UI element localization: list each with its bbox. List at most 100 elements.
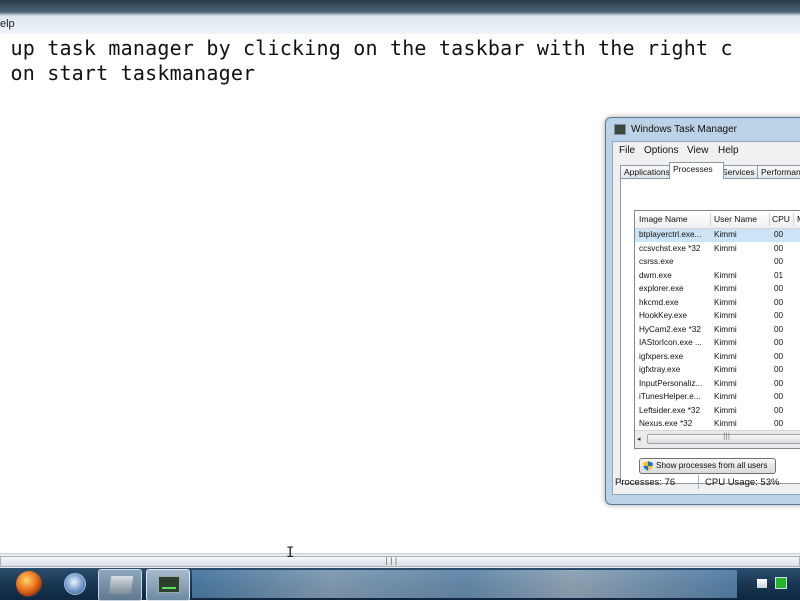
process-user: Kimmi bbox=[714, 324, 737, 334]
menu-help[interactable]: Help bbox=[718, 145, 739, 156]
table-row[interactable]: ccsvchst.exe *32 Kimmi 00 bbox=[635, 243, 800, 256]
process-name: igfxtray.exe bbox=[639, 365, 681, 374]
scroll-left-arrow-icon[interactable]: ◂ bbox=[637, 435, 641, 443]
column-header-image-name[interactable]: Image Name bbox=[639, 214, 688, 224]
table-row[interactable]: InputPersonaliz... Kimmi 00 bbox=[635, 378, 800, 391]
editor-menu-strip: elp bbox=[0, 0, 800, 34]
table-row[interactable]: dwm.exe Kimmi 01 bbox=[635, 270, 800, 283]
folder-icon bbox=[108, 576, 134, 594]
table-row[interactable]: btplayerctrl.exe... Kimmi 00 bbox=[635, 229, 800, 242]
process-cpu: 00 bbox=[774, 365, 784, 374]
process-name: Nexus.exe *32 bbox=[639, 419, 693, 428]
process-name: IAStorIcon.exe ... bbox=[639, 338, 702, 347]
process-name: hkcmd.exe bbox=[639, 297, 679, 307]
document-text-line: k on start taskmanager bbox=[0, 61, 256, 85]
process-name: csrss.exe bbox=[639, 257, 674, 266]
process-name: dwm.exe bbox=[639, 270, 672, 280]
menu-options[interactable]: Options bbox=[644, 145, 678, 156]
process-cpu: 00 bbox=[774, 392, 784, 401]
column-divider[interactable] bbox=[710, 213, 711, 226]
action-center-flag-icon[interactable] bbox=[757, 579, 767, 588]
process-user: Kimmi bbox=[714, 378, 737, 388]
text-cursor-icon: I bbox=[286, 545, 295, 561]
column-header-cpu[interactable]: CPU bbox=[772, 214, 790, 224]
internet-explorer-icon bbox=[64, 573, 86, 595]
process-cpu: 00 bbox=[774, 351, 784, 361]
process-name: InputPersonaliz... bbox=[639, 378, 703, 388]
process-cpu: 01 bbox=[774, 270, 784, 280]
table-row[interactable]: igfxpers.exe Kimmi 00 bbox=[635, 351, 800, 364]
column-divider[interactable] bbox=[769, 213, 770, 226]
table-row[interactable]: hkcmd.exe Kimmi 00 bbox=[635, 297, 800, 310]
processes-tab-panel: Image Name User Name CPU M btplayerctrl.… bbox=[620, 178, 800, 484]
table-row[interactable]: igfxtray.exe Kimmi 00 bbox=[635, 364, 800, 377]
scrollbar-thumb[interactable] bbox=[0, 556, 800, 567]
scrollbar-grip-icon: ||| bbox=[384, 556, 399, 565]
menu-file[interactable]: File bbox=[619, 145, 635, 156]
process-cpu: 00 bbox=[774, 378, 784, 388]
process-user: Kimmi bbox=[714, 243, 737, 253]
process-user: Kimmi bbox=[714, 230, 737, 239]
process-user: Kimmi bbox=[714, 405, 737, 415]
process-user: Kimmi bbox=[714, 311, 737, 320]
process-name: ccsvchst.exe *32 bbox=[639, 243, 701, 253]
process-cpu: 00 bbox=[774, 243, 784, 253]
process-cpu: 00 bbox=[774, 405, 784, 415]
status-cpu-usage: CPU Usage: 53% bbox=[705, 477, 780, 488]
windows-orb-icon bbox=[16, 571, 42, 597]
process-name: Leftsider.exe *32 bbox=[639, 405, 700, 415]
menu-item-help[interactable]: elp bbox=[0, 18, 15, 30]
title-bar[interactable]: Windows Task Manager bbox=[606, 118, 800, 142]
column-header-user-name[interactable]: User Name bbox=[714, 214, 757, 224]
status-bar: Processes: 76 CPU Usage: 53% bbox=[606, 472, 800, 490]
show-all-processes-label: Show processes from all users bbox=[656, 461, 768, 470]
tab-performance[interactable]: Performance bbox=[757, 165, 800, 179]
table-row[interactable]: Leftsider.exe *32 Kimmi 00 bbox=[635, 405, 800, 418]
process-cpu: 00 bbox=[774, 284, 784, 293]
status-divider bbox=[698, 475, 699, 489]
taskbar-task-manager[interactable] bbox=[146, 569, 190, 601]
process-user: Kimmi bbox=[714, 338, 737, 347]
process-name: btplayerctrl.exe... bbox=[639, 230, 702, 239]
task-manager-client-area: File Options View Help Applications Proc… bbox=[612, 141, 800, 495]
process-user: Kimmi bbox=[714, 270, 737, 280]
taskbar-internet-explorer[interactable] bbox=[54, 569, 96, 599]
process-cpu: 00 bbox=[774, 324, 784, 334]
process-user: Kimmi bbox=[714, 297, 737, 307]
process-list-header: Image Name User Name CPU M bbox=[635, 211, 800, 229]
start-button[interactable] bbox=[8, 569, 48, 599]
taskbar bbox=[0, 568, 800, 601]
process-user: Kimmi bbox=[714, 419, 737, 428]
process-name: iTunesHelper.e... bbox=[639, 392, 701, 401]
process-user: Kimmi bbox=[714, 365, 737, 374]
tab-applications[interactable]: Applications bbox=[620, 165, 675, 179]
process-cpu: 00 bbox=[774, 338, 784, 347]
table-row[interactable]: IAStorIcon.exe ... Kimmi 00 bbox=[635, 337, 800, 350]
menu-bar: File Options View Help bbox=[613, 142, 800, 160]
process-cpu: 00 bbox=[774, 257, 784, 266]
scrollbar-thumb[interactable]: ||| bbox=[647, 432, 800, 444]
process-list-scrollbar[interactable]: ◂ ||| bbox=[635, 430, 800, 448]
table-row[interactable]: HyCam2.exe *32 Kimmi 00 bbox=[635, 324, 800, 337]
taskbar-empty-area bbox=[192, 570, 737, 598]
process-name: HookKey.exe bbox=[639, 311, 688, 320]
taskbar-windows-explorer[interactable] bbox=[98, 569, 142, 601]
process-user: Kimmi bbox=[714, 351, 737, 361]
table-row[interactable]: HookKey.exe Kimmi 00 bbox=[635, 310, 800, 323]
table-row[interactable]: explorer.exe Kimmi 00 bbox=[635, 283, 800, 296]
column-divider[interactable] bbox=[793, 213, 794, 226]
task-manager-app-icon bbox=[614, 124, 626, 135]
process-user: Kimmi bbox=[714, 392, 737, 401]
tab-processes[interactable]: Processes bbox=[669, 162, 724, 179]
table-row[interactable]: csrss.exe 00 bbox=[635, 256, 800, 269]
window-title: Windows Task Manager bbox=[631, 124, 737, 135]
table-row[interactable]: iTunesHelper.e... Kimmi 00 bbox=[635, 391, 800, 404]
process-user: Kimmi bbox=[714, 284, 737, 293]
process-cpu: 00 bbox=[774, 419, 784, 428]
network-icon[interactable] bbox=[775, 577, 787, 589]
process-name: igfxpers.exe bbox=[639, 351, 684, 361]
status-process-count: Processes: 76 bbox=[615, 477, 676, 488]
process-name: HyCam2.exe *32 bbox=[639, 324, 701, 334]
menu-view[interactable]: View bbox=[687, 145, 709, 156]
process-list[interactable]: Image Name User Name CPU M btplayerctrl.… bbox=[634, 210, 800, 449]
